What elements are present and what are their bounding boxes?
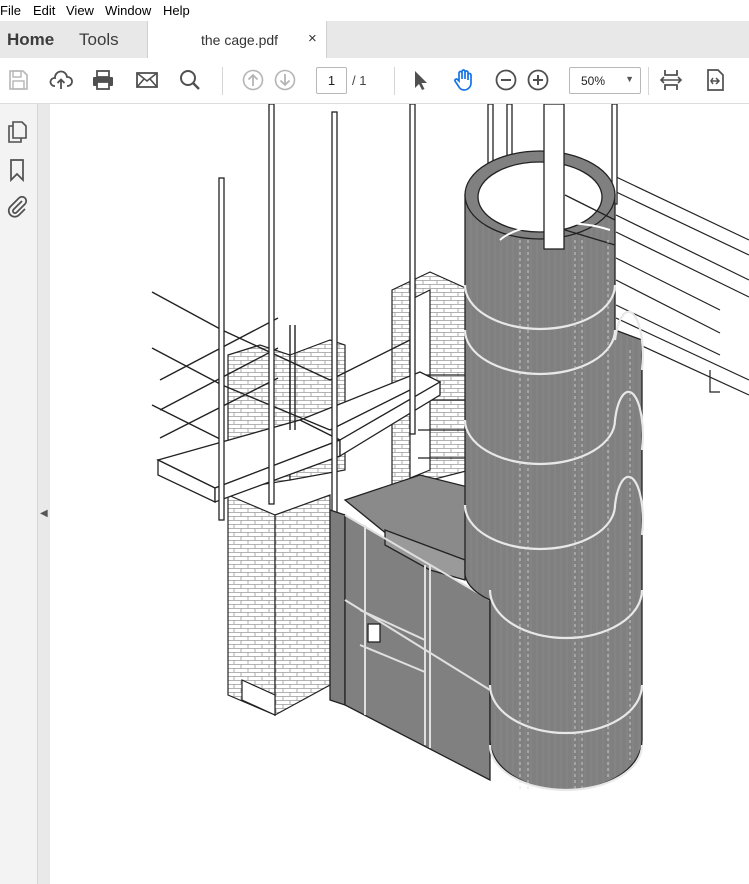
- bookmark-icon[interactable]: [5, 158, 29, 182]
- menu-edit[interactable]: Edit: [33, 3, 55, 18]
- toolbar: 1 / 1 50% ▼: [0, 58, 749, 104]
- search-icon[interactable]: [178, 68, 202, 92]
- page-number-input[interactable]: 1: [316, 67, 347, 94]
- menu-file[interactable]: File: [0, 3, 21, 18]
- toolbar-separator: [648, 67, 649, 95]
- zoom-dropdown[interactable]: 50% ▼: [569, 67, 641, 94]
- toolbar-separator: [222, 67, 223, 95]
- page-total: / 1: [352, 73, 367, 88]
- document-title: the cage.pdf: [201, 32, 279, 48]
- toolbar-separator: [394, 67, 395, 95]
- pages-icon[interactable]: [5, 120, 29, 144]
- next-page-icon[interactable]: [273, 68, 297, 92]
- print-icon[interactable]: [91, 68, 115, 92]
- close-tab-icon[interactable]: ×: [308, 30, 317, 47]
- chevron-down-icon: ▼: [625, 74, 634, 84]
- cage-drawing: [151, 104, 749, 792]
- menu-view[interactable]: View: [66, 3, 94, 18]
- tab-home[interactable]: Home: [7, 30, 54, 50]
- select-tool-icon[interactable]: [408, 68, 432, 92]
- collapse-arrow-icon: ◀: [40, 508, 48, 519]
- pane-collapse-handle[interactable]: ◀: [38, 104, 50, 884]
- menu-window[interactable]: Window: [105, 3, 151, 18]
- menu-help[interactable]: Help: [163, 3, 190, 18]
- navigation-pane: [0, 104, 38, 884]
- tab-bar: Home Tools the cage.pdf ×: [0, 21, 749, 59]
- document-page[interactable]: [50, 104, 749, 884]
- export-page-icon[interactable]: [703, 68, 727, 92]
- save-icon[interactable]: [6, 68, 30, 92]
- zoom-in-icon[interactable]: [526, 68, 550, 92]
- menu-bar: File Edit View Window Help: [0, 0, 749, 22]
- zoom-out-icon[interactable]: [494, 68, 518, 92]
- fit-page-icon[interactable]: [659, 68, 683, 92]
- attachment-icon[interactable]: [5, 194, 29, 218]
- brick-column: [227, 339, 346, 717]
- cloud-upload-icon[interactable]: [49, 68, 73, 92]
- document-tab[interactable]: the cage.pdf ×: [147, 21, 327, 59]
- tab-tools[interactable]: Tools: [79, 30, 119, 50]
- previous-page-icon[interactable]: [241, 68, 265, 92]
- hand-tool-icon[interactable]: [451, 68, 475, 92]
- zoom-value: 50%: [581, 74, 606, 88]
- cylinder-cage: [464, 104, 643, 791]
- email-icon[interactable]: [135, 68, 159, 92]
